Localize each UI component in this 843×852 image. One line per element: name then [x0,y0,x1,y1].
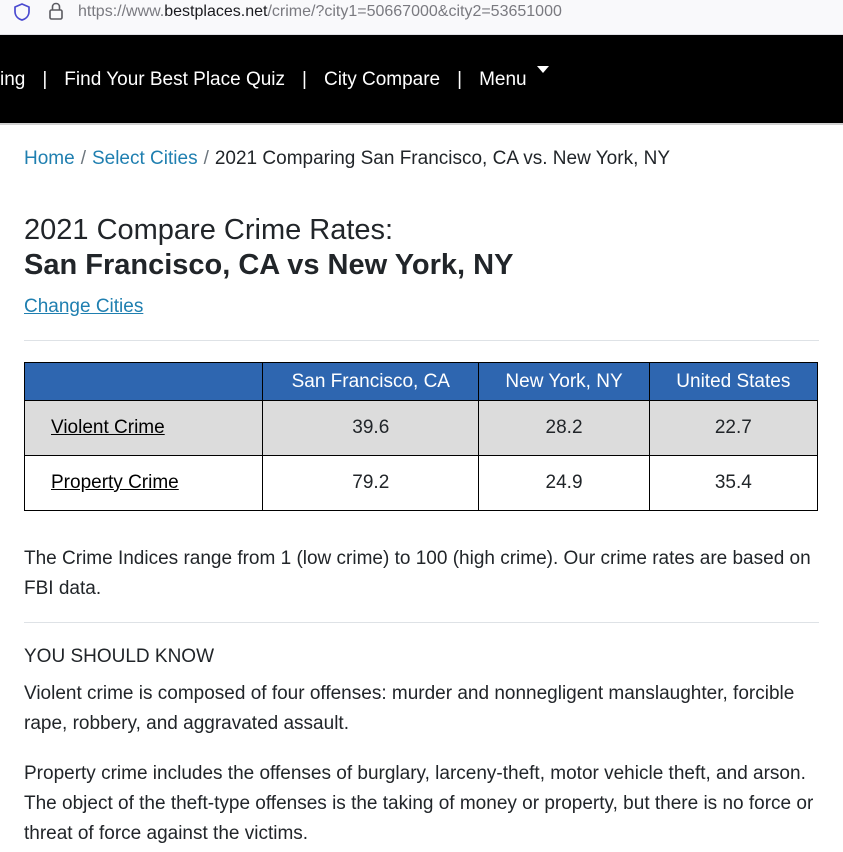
value-cell-united-states: 22.7 [648,400,819,456]
violent-crime-definition: Violent crime is composed of four offens… [24,683,795,734]
url-prefix: https://www. [78,3,165,20]
crime-comparison-table: San Francisco, CA New York, NY United St… [23,362,819,511]
table-header-row: San Francisco, CA New York, NY United St… [23,362,819,401]
url-path: /crime/?city1=50667000&city2=53651000 [267,3,562,20]
url-host: bestplaces.net [164,3,268,20]
shield-icon[interactable] [12,2,32,22]
menu-label: Menu [479,69,527,90]
nav-item-city-compare[interactable]: City Compare [324,68,440,92]
value-cell-new-york: 28.2 [478,400,650,456]
header-cell-empty [23,362,264,401]
url-field[interactable]: https://www.bestplaces.net/crime/?city1=… [78,0,562,24]
row-label-cell: Property Crime [23,455,264,511]
violent-crime-link[interactable]: Violent Crime [51,417,165,438]
breadcrumb-current: 2021 Comparing San Francisco, CA vs. New… [214,148,671,169]
breadcrumb-separator: / [80,148,86,169]
nav-separator: | [302,69,307,90]
breadcrumb-home[interactable]: Home [24,148,75,169]
crime-indices-note: The Crime Indices range from 1 (low crim… [24,548,811,599]
header-cell-san-francisco: San Francisco, CA [262,362,480,401]
nav-separator: | [42,69,48,90]
value-cell-san-francisco: 79.2 [262,455,480,511]
breadcrumb-separator: / [203,148,209,169]
value-cell-united-states: 35.4 [648,455,819,511]
value-cell-san-francisco: 39.6 [262,400,480,456]
header-cell-united-states: United States [648,362,819,401]
should-know-heading: YOU SHOULD KNOW [24,646,215,667]
divider [24,622,819,623]
nav-item-partial[interactable]: ing [0,68,25,92]
table-row-violent-crime: Violent Crime 39.6 28.2 22.7 [23,400,819,456]
nav-separator: | [457,69,463,90]
header-cell-new-york: New York, NY [478,362,650,401]
site-nav: ing | Find Your Best Place Quiz | City Compa… [0,35,843,125]
breadcrumb: Home / Select Cities/2021 Comparing San Fr… [24,146,670,172]
row-label-cell: Violent Crime [23,400,264,456]
page-title-line1: 2021 Compare Crime Rates: [24,214,394,246]
nav-item-menu[interactable]: Menu [479,66,549,92]
change-cities-link[interactable]: Change Cities [24,294,143,320]
lock-icon[interactable] [47,1,65,21]
divider [24,340,819,341]
property-crime-link[interactable]: Property Crime [51,472,179,493]
table-row-property-crime: Property Crime 79.2 24.9 35.4 [23,455,819,511]
nav-item-quiz[interactable]: Find Your Best Place Quiz [64,68,285,92]
nav-row: ing | Find Your Best Place Quiz | City Compa… [0,66,549,92]
page-title-line2: San Francisco, CA vs New York, NY [24,249,514,281]
browser-url-bar: https://www.bestplaces.net/crime/?city1=… [0,0,843,35]
caret-down-icon [536,66,549,73]
property-crime-definition: Property crime includes the offenses of … [24,763,814,844]
value-cell-new-york: 24.9 [478,455,650,511]
breadcrumb-select-cities[interactable]: Select Cities [92,148,198,169]
